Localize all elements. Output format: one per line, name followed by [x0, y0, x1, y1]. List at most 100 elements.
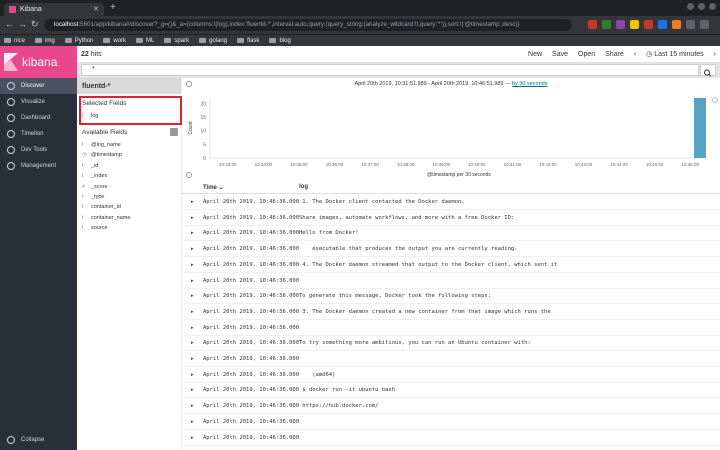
sidebar-item-visualize[interactable]: Visualize — [0, 94, 77, 110]
reload-icon[interactable]: ↻ — [31, 19, 39, 30]
table-row[interactable]: ▸ April 20th 2019, 10:46:36.000 — [182, 430, 720, 446]
time-picker[interactable]: ◷ Last 15 minutes — [646, 50, 703, 58]
log-column-header[interactable]: log — [299, 184, 308, 190]
forward-icon[interactable]: → — [18, 19, 27, 29]
table-row[interactable]: ▸ April 20th 2019, 10:46:36.000 1. The Do… — [182, 194, 720, 210]
table-row[interactable]: ▸ April 20th 2019, 10:46:36.000 To generat… — [182, 288, 720, 305]
y-tick-label: 5 — [203, 142, 206, 148]
time-picker-label: Last 15 minutes — [654, 51, 704, 58]
expand-row-icon[interactable]: ▸ — [191, 340, 194, 346]
bookmark-item[interactable]: flask — [237, 38, 259, 44]
expand-row-icon[interactable]: ▸ — [191, 372, 194, 378]
row-time: April 20th 2019, 10:46:36.000 — [203, 293, 300, 300]
expand-row-icon[interactable]: ▸ — [191, 403, 194, 409]
maximize-icon[interactable] — [698, 3, 705, 10]
back-icon[interactable]: ← — [5, 19, 14, 29]
field-item[interactable]: t container_name — [82, 215, 130, 221]
index-pattern-selector[interactable]: fluentd-* — [77, 78, 181, 94]
time-forward-icon[interactable]: › — [714, 51, 716, 58]
kibana-logo[interactable]: kibana — [0, 46, 77, 78]
table-row[interactable]: ▸ April 20th 2019, 10:46:36.000 Hello from… — [182, 225, 720, 242]
histogram-panel: April 20th 2019, 10:31:51.989 - April 20… — [182, 78, 720, 180]
expand-row-icon[interactable]: ▸ — [191, 419, 194, 425]
browser-tab[interactable]: Kibana ✕ — [4, 3, 104, 16]
extension-icon[interactable] — [616, 20, 625, 29]
menu-kebab-icon[interactable] — [700, 20, 709, 29]
field-item[interactable]: # _score — [82, 184, 108, 190]
field-item[interactable]: t _type — [82, 194, 104, 200]
folder-icon — [35, 38, 43, 43]
sidebar-item-discover[interactable]: Discover — [0, 78, 77, 94]
close-window-icon[interactable] — [709, 3, 716, 10]
bookmark-item[interactable]: blog — [269, 38, 291, 44]
table-row[interactable]: ▸ April 20th 2019, 10:46:36.000 4. The Do… — [182, 257, 720, 273]
bookmark-item[interactable]: golang — [199, 38, 227, 44]
expand-row-icon[interactable]: ▸ — [191, 215, 194, 221]
sidebar-item-dashboard[interactable]: Dashboard — [0, 110, 77, 126]
bookmark-item[interactable]: ML — [136, 38, 154, 44]
search-input[interactable]: * — [81, 64, 699, 76]
bookmark-item[interactable]: Python — [64, 38, 93, 44]
bookmark-item[interactable]: spark — [164, 38, 189, 44]
minimize-icon[interactable] — [687, 3, 694, 10]
field-settings-gear-icon[interactable] — [170, 128, 178, 136]
table-row[interactable]: ▸ April 20th 2019, 10:46:36.000 https://h… — [182, 398, 720, 415]
expand-row-icon[interactable]: ▸ — [191, 325, 194, 331]
close-tab-icon[interactable]: ✕ — [93, 5, 99, 13]
table-row[interactable]: ▸ April 20th 2019, 10:46:36.000 (amd64) — [182, 367, 720, 383]
sidebar-item-timelion[interactable]: Timelion — [0, 126, 77, 142]
table-row[interactable]: ▸ April 20th 2019, 10:46:36.000 executabl… — [182, 241, 720, 258]
table-row[interactable]: ▸ April 20th 2019, 10:46:36.000 — [182, 273, 720, 289]
address-bar[interactable]: localhost:5601/app/kibana#/discover?_g=(… — [44, 19, 572, 31]
sidebar-item-dev-tools[interactable]: Dev Tools — [0, 142, 77, 158]
table-row[interactable]: ▸ April 20th 2019, 10:46:36.000 Share imag… — [182, 210, 720, 226]
field-item[interactable]: t container_id — [82, 204, 121, 210]
open-button[interactable]: Open — [578, 51, 595, 58]
table-row[interactable]: ▸ April 20th 2019, 10:46:36.000 $ docker … — [182, 382, 720, 399]
table-info-icon[interactable] — [186, 172, 192, 178]
y-tick-label: 0 — [203, 156, 206, 162]
expand-row-icon[interactable]: ▸ — [191, 387, 194, 393]
bookmark-item[interactable]: work — [103, 38, 126, 44]
extension-icon[interactable] — [630, 20, 639, 29]
time-column-header[interactable]: Time ⌄ — [203, 184, 224, 191]
extension-icon[interactable] — [658, 20, 667, 29]
bookmark-item[interactable]: img — [35, 38, 55, 44]
expand-row-icon[interactable]: ▸ — [191, 278, 194, 284]
share-button[interactable]: Share — [605, 51, 624, 58]
bookmark-item[interactable]: nice — [4, 38, 25, 44]
extension-icon[interactable] — [602, 20, 611, 29]
collapse-button[interactable]: Collapse — [0, 432, 77, 448]
expand-row-icon[interactable]: ▸ — [191, 230, 194, 236]
search-button[interactable] — [700, 64, 716, 77]
new-tab-button[interactable]: + — [110, 2, 116, 13]
table-row[interactable]: ▸ April 20th 2019, 10:46:36.000 — [182, 414, 720, 430]
expand-row-icon[interactable]: ▸ — [191, 262, 194, 268]
expand-row-icon[interactable]: ▸ — [191, 293, 194, 299]
table-row[interactable]: ▸ April 20th 2019, 10:46:36.000 To try som… — [182, 335, 720, 352]
field-item[interactable]: t _id — [82, 163, 98, 169]
save-button[interactable]: Save — [552, 51, 568, 58]
extension-icon[interactable] — [644, 20, 653, 29]
extension-icon[interactable] — [672, 20, 681, 29]
field-item[interactable]: t _index — [82, 173, 107, 179]
field-item[interactable]: t source — [82, 225, 108, 231]
extension-icon[interactable] — [588, 20, 597, 29]
profile-avatar-icon[interactable] — [686, 20, 695, 29]
expand-row-icon[interactable]: ▸ — [191, 356, 194, 362]
time-back-icon[interactable]: ‹ — [634, 51, 636, 58]
expand-row-icon[interactable]: ▸ — [191, 199, 194, 205]
histogram-chart[interactable]: 0 5 10 15 20 Count 10:33:00 10:34:00 10:35:00 10:… — [182, 78, 720, 180]
table-row[interactable]: ▸ April 20th 2019, 10:46:36.000 — [182, 351, 720, 367]
field-item[interactable]: ◷ @timestamp — [82, 152, 122, 158]
expand-row-icon[interactable]: ▸ — [191, 309, 194, 315]
new-button[interactable]: New — [528, 51, 542, 58]
folder-icon — [64, 38, 72, 43]
field-item[interactable]: t log — [82, 113, 98, 119]
expand-row-icon[interactable]: ▸ — [191, 246, 194, 252]
table-row[interactable]: ▸ April 20th 2019, 10:46:36.000 3. The Do… — [182, 304, 720, 320]
sidebar-item-management[interactable]: Management — [0, 158, 77, 174]
table-row[interactable]: ▸ April 20th 2019, 10:46:36.000 — [182, 320, 720, 336]
expand-row-icon[interactable]: ▸ — [191, 435, 194, 441]
field-item[interactable]: t @log_name — [82, 142, 121, 148]
